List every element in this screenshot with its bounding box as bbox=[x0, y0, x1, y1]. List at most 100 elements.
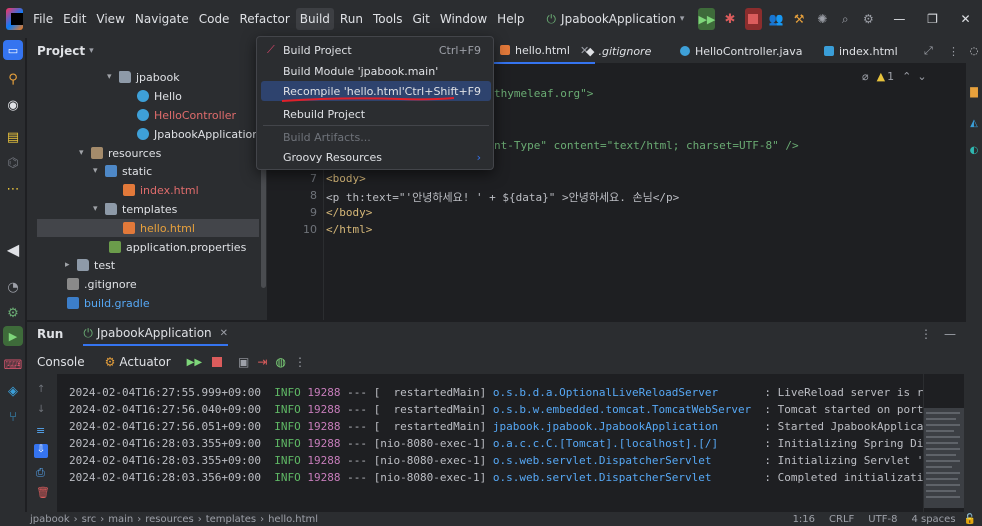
stop-button[interactable] bbox=[744, 8, 762, 30]
project-tool-icon[interactable]: ▭ bbox=[3, 40, 23, 60]
actuator-tab[interactable]: Actuator bbox=[119, 355, 170, 369]
services-tool-icon[interactable]: ⌬ bbox=[0, 150, 26, 176]
database-icon[interactable]: ▇ bbox=[966, 87, 982, 98]
run-tab-jpabookapplication[interactable]: ⏻ JpabookApplication ✕ bbox=[83, 322, 229, 346]
menu-code[interactable]: Code bbox=[195, 8, 234, 30]
chevron-up-icon[interactable]: ⌃ bbox=[902, 70, 911, 83]
git-tool-icon[interactable]: ⑂ bbox=[0, 404, 26, 430]
menu-view[interactable]: View bbox=[92, 8, 128, 30]
tree-item[interactable]: build.gradle bbox=[67, 294, 150, 312]
tree-item[interactable]: ▸ test bbox=[65, 256, 115, 274]
menu-tools[interactable]: Tools bbox=[369, 8, 407, 30]
breadcrumb-item[interactable]: resources bbox=[145, 514, 193, 525]
github-icon[interactable]: ◉ bbox=[0, 92, 26, 118]
indent-setting[interactable]: 4 spaces bbox=[911, 514, 955, 525]
restart-icon[interactable]: ◍ bbox=[275, 355, 285, 369]
menu-run[interactable]: Run bbox=[336, 8, 367, 30]
terminal-tool-icon[interactable]: ⌨ bbox=[0, 352, 26, 378]
notifications-bell-icon[interactable]: ◌ bbox=[966, 46, 982, 57]
rerun-button[interactable]: ▶▶ bbox=[698, 8, 716, 30]
scroll-to-end-icon[interactable]: ⇩ bbox=[34, 444, 48, 458]
clear-all-icon[interactable]: 🗑 bbox=[36, 486, 50, 499]
ai-assistant-icon[interactable]: ✺ bbox=[814, 8, 831, 30]
menu-item-build-module[interactable]: Build Module 'jpabook.main' bbox=[261, 61, 491, 81]
project-panel-header[interactable]: Project ▾ bbox=[27, 38, 267, 64]
tree-item[interactable]: HelloController bbox=[137, 106, 236, 124]
chevron-down-icon[interactable]: ⌄ bbox=[917, 70, 926, 83]
tree-item[interactable]: ▾ static bbox=[93, 162, 152, 180]
menu-build[interactable]: Build bbox=[295, 8, 334, 30]
menu-help[interactable]: Help bbox=[493, 8, 528, 30]
menu-git[interactable]: Git bbox=[409, 8, 434, 30]
gradle-tool-icon[interactable]: ◭ bbox=[966, 118, 982, 129]
cursor-position[interactable]: 1:16 bbox=[793, 514, 815, 525]
exit-icon[interactable]: ⇥ bbox=[257, 355, 267, 369]
stop-icon[interactable] bbox=[212, 357, 223, 367]
intellij-logo-icon[interactable] bbox=[6, 8, 24, 30]
arrow-up-icon[interactable]: ↑ bbox=[37, 384, 45, 395]
more-options-icon[interactable]: ⋮ bbox=[920, 327, 932, 341]
print-icon[interactable]: ⎙ bbox=[36, 466, 45, 480]
tab-hellocontroller-java[interactable]: HelloController.java bbox=[680, 38, 803, 64]
file-encoding[interactable]: UTF-8 bbox=[868, 514, 897, 525]
collapse-panel-icon[interactable]: ◀ bbox=[0, 236, 26, 262]
menu-item-build-project[interactable]: ⟋ Build Project Ctrl+F9 bbox=[261, 40, 491, 60]
settings-gear-icon[interactable]: ⚙ bbox=[860, 8, 877, 30]
breadcrumb-item[interactable]: main bbox=[108, 514, 133, 525]
code-with-me-icon[interactable]: 👥 bbox=[768, 8, 785, 30]
tree-item[interactable]: application.properties bbox=[109, 238, 246, 256]
search-icon[interactable]: ⌕ bbox=[837, 8, 854, 30]
camera-icon[interactable]: ▣ bbox=[238, 355, 249, 369]
console-tab[interactable]: Console bbox=[37, 355, 85, 369]
copilot-icon[interactable]: ◐ bbox=[966, 145, 982, 156]
reader-mode-icon[interactable]: ⌀ bbox=[862, 70, 869, 83]
structure-tool-icon[interactable]: ▤ bbox=[0, 124, 26, 150]
tab-index-html[interactable]: index.html bbox=[824, 38, 898, 64]
menu-navigate[interactable]: Navigate bbox=[131, 8, 193, 30]
close-icon[interactable]: ✕ bbox=[220, 328, 228, 339]
run-config-selector[interactable]: ⏻ JpabookApplication ▾ bbox=[547, 12, 685, 27]
tree-item[interactable]: index.html bbox=[123, 181, 199, 199]
line-separator[interactable]: CRLF bbox=[829, 514, 854, 525]
rerun-icon[interactable]: ▶▶ bbox=[187, 357, 202, 368]
commit-tool-icon[interactable]: ⚲ bbox=[0, 66, 26, 92]
tab-hello-html[interactable]: hello.html ✕ bbox=[494, 38, 596, 64]
tree-item[interactable]: ▾ jpabook bbox=[107, 68, 180, 86]
breadcrumb-item[interactable]: hello.html bbox=[268, 514, 318, 525]
breadcrumb-item[interactable]: jpabook bbox=[30, 514, 70, 525]
soft-wrap-icon[interactable]: ≡ bbox=[36, 424, 45, 437]
console-output[interactable]: 2024-02-04T16:27:55.999+09:00 INFO 19288… bbox=[57, 374, 923, 513]
inspection-widget[interactable]: ⌀ ▲ 1 ⌃ ⌄ bbox=[862, 70, 927, 83]
tree-item[interactable]: .gitignore bbox=[67, 275, 137, 293]
close-window-icon[interactable]: ✕ bbox=[957, 8, 974, 30]
tree-item[interactable]: JpabookApplication bbox=[137, 125, 259, 143]
minimize-window-icon[interactable]: — bbox=[891, 8, 908, 30]
tab-gitignore[interactable]: ◆ .gitignore bbox=[586, 38, 651, 64]
more-tools-icon[interactable]: ⋯ bbox=[0, 176, 26, 202]
tree-item[interactable]: ▾ templates bbox=[93, 200, 177, 218]
menu-file[interactable]: File bbox=[29, 8, 57, 30]
notifications-icon[interactable]: ◔ bbox=[0, 274, 26, 300]
breadcrumb-item[interactable]: src bbox=[82, 514, 97, 525]
menu-refactor[interactable]: Refactor bbox=[235, 8, 293, 30]
run-tool-icon[interactable]: ▶ bbox=[3, 326, 23, 346]
menu-item-rebuild-project[interactable]: Rebuild Project bbox=[261, 104, 491, 124]
restore-window-icon[interactable]: ❐ bbox=[924, 8, 941, 30]
more-options-icon[interactable]: ⋮ bbox=[294, 355, 306, 369]
minimize-panel-icon[interactable]: — bbox=[944, 327, 956, 341]
spring-tool-icon[interactable]: ⚙ bbox=[0, 300, 26, 326]
expand-editor-icon[interactable]: ⤢ bbox=[924, 38, 933, 64]
more-tabs-icon[interactable]: ⋮ bbox=[948, 38, 959, 64]
lock-icon[interactable]: 🔓 bbox=[964, 514, 976, 525]
breadcrumb-item[interactable]: templates bbox=[206, 514, 256, 525]
tree-item-selected[interactable]: hello.html bbox=[37, 219, 259, 237]
menu-window[interactable]: Window bbox=[436, 8, 491, 30]
debug-button[interactable]: ✱ bbox=[721, 8, 738, 30]
problems-tool-icon[interactable]: ◈ bbox=[0, 378, 26, 404]
tree-item[interactable]: ▾ resources bbox=[79, 144, 161, 162]
tree-item[interactable]: Hello bbox=[137, 87, 182, 105]
console-minimap[interactable] bbox=[924, 374, 964, 513]
menu-edit[interactable]: Edit bbox=[59, 8, 90, 30]
menu-item-groovy-resources[interactable]: Groovy Resources › bbox=[261, 147, 491, 167]
arrow-down-icon[interactable]: ↓ bbox=[37, 404, 45, 415]
